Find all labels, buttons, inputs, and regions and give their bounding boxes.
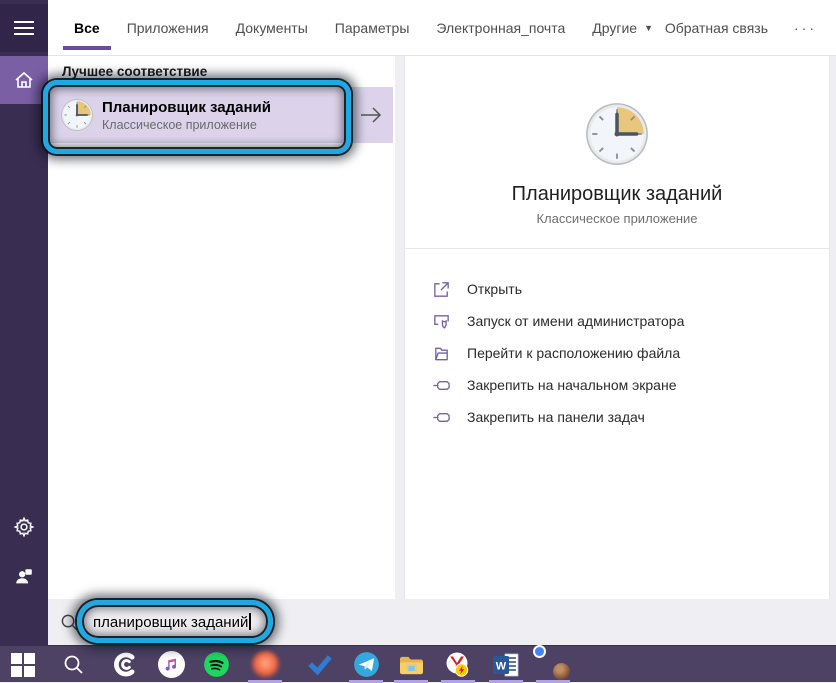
rail-home-button[interactable] <box>0 56 48 104</box>
taskbar-blurred-app[interactable] <box>245 646 285 683</box>
profile-avatar <box>553 663 570 680</box>
music-note-icon <box>158 651 185 678</box>
word-icon: W <box>491 652 521 678</box>
home-icon <box>13 69 35 91</box>
chevron-down-icon: ▼ <box>644 23 653 33</box>
text-cursor <box>249 613 251 630</box>
telegram-icon <box>353 651 380 678</box>
preview-title: Планировщик заданий <box>405 183 829 206</box>
tab-more-label: Другие <box>592 20 637 36</box>
search-input-value: планировщик заданий <box>93 614 248 631</box>
context-actions: Открыть Запуск от имени администратора П… <box>405 249 829 433</box>
tab-email-label: Электронная_почта <box>436 20 565 36</box>
start-menu-rail <box>0 0 48 645</box>
action-label: Закрепить на начальном экране <box>467 377 677 393</box>
file-location-icon <box>432 344 451 363</box>
tab-email[interactable]: Электронная_почта <box>436 0 565 55</box>
taskbar-file-explorer[interactable] <box>391 646 431 683</box>
search-filter-bar: Все Приложения Документы Параметры Элект… <box>48 0 836 56</box>
preview-panel: Планировщик заданий Классическое приложе… <box>405 56 829 599</box>
action-pin-to-taskbar[interactable]: Закрепить на панели задач <box>405 401 829 433</box>
action-label: Перейти к расположению файла <box>467 345 680 361</box>
action-run-as-admin[interactable]: Запуск от имени администратора <box>405 305 829 337</box>
pin-icon <box>432 408 451 427</box>
task-scheduler-clock-icon <box>584 101 650 167</box>
action-open[interactable]: Открыть <box>405 273 829 305</box>
taskbar-search-button[interactable] <box>54 646 94 683</box>
taskbar-spotify[interactable] <box>196 646 236 683</box>
taskbar-yandex-browser[interactable] <box>438 646 478 683</box>
user-account-icon <box>13 566 35 588</box>
folder-icon <box>398 653 425 677</box>
taskbar-chrome-profile[interactable] <box>533 646 573 683</box>
hamburger-menu-icon <box>14 21 34 35</box>
tab-documents[interactable]: Документы <box>236 0 308 55</box>
feedback-link[interactable]: Обратная связь <box>665 20 768 36</box>
tab-apps[interactable]: Приложения <box>127 0 209 55</box>
spiral-c-icon <box>113 651 140 678</box>
action-label: Запуск от имени администратора <box>467 313 684 329</box>
rail-account-button[interactable] <box>0 553 48 601</box>
action-open-file-location[interactable]: Перейти к расположению файла <box>405 337 829 369</box>
rail-settings-button[interactable] <box>0 503 48 551</box>
taskbar-todo-app[interactable] <box>300 646 340 683</box>
more-options-icon[interactable]: ··· <box>794 23 817 33</box>
blurred-orange-icon <box>252 651 279 678</box>
tab-apps-label: Приложения <box>127 20 209 36</box>
action-pin-to-start[interactable]: Закрепить на начальном экране <box>405 369 829 401</box>
best-match-result[interactable]: Планировщик заданий Классическое приложе… <box>48 87 393 143</box>
start-button[interactable] <box>3 646 43 683</box>
results-panel: Лучшее соответствие Планировщик заданий … <box>48 56 395 599</box>
filter-tabs: Все Приложения Документы Параметры Элект… <box>74 0 653 55</box>
search-icon <box>60 613 79 632</box>
task-scheduler-clock-icon <box>60 98 94 132</box>
yandex-lightning-icon <box>444 651 472 679</box>
search-bar[interactable]: планировщик заданий <box>48 599 836 645</box>
tab-settings[interactable]: Параметры <box>335 0 410 55</box>
best-match-title: Планировщик заданий <box>102 98 271 117</box>
tab-documents-label: Документы <box>236 20 308 36</box>
search-input[interactable]: планировщик заданий <box>93 613 251 631</box>
tab-settings-label: Параметры <box>335 20 410 36</box>
gear-icon <box>13 516 35 538</box>
arrow-right-icon[interactable] <box>359 106 383 124</box>
svg-text:W: W <box>496 660 507 672</box>
hamburger-menu-button[interactable] <box>0 4 48 52</box>
taskbar-spiral-app[interactable] <box>106 646 146 683</box>
spotify-icon <box>203 651 230 678</box>
action-label: Закрепить на панели задач <box>467 409 645 425</box>
open-window-icon <box>432 280 451 299</box>
tab-all-label: Все <box>74 20 100 36</box>
taskbar: W <box>0 645 836 682</box>
search-icon <box>62 653 86 677</box>
taskbar-word[interactable]: W <box>486 646 526 683</box>
windows-logo-icon <box>11 653 35 677</box>
pin-icon <box>432 376 451 395</box>
blue-check-icon <box>307 652 333 678</box>
taskbar-itunes[interactable] <box>151 646 191 683</box>
admin-shield-icon <box>432 312 451 331</box>
action-label: Открыть <box>467 281 522 297</box>
best-match-subtitle: Классическое приложение <box>102 117 271 133</box>
tab-all[interactable]: Все <box>74 0 100 55</box>
best-match-heading: Лучшее соответствие <box>48 56 395 79</box>
tab-more-filters[interactable]: Другие ▼ <box>592 0 653 55</box>
taskbar-telegram[interactable] <box>346 646 386 683</box>
preview-subtitle: Классическое приложение <box>405 211 829 226</box>
